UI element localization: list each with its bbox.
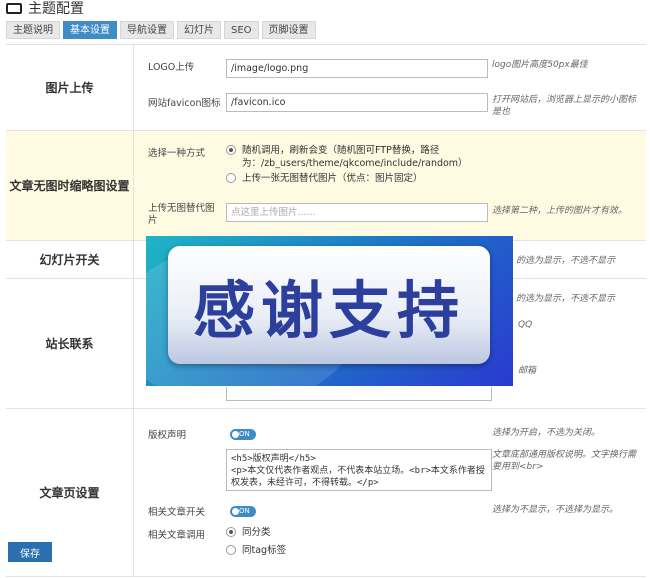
logo-input[interactable] [226,59,488,78]
tab-bar: 主题说明 基本设置 导航设置 幻灯片 SEO 页脚设置 [6,21,316,39]
radio-button[interactable] [226,545,236,555]
thanks-overlay-image: 感谢支持 [146,236,513,386]
save-button[interactable]: 保存 [8,542,52,562]
row-image-upload: 图片上传 LOGO上传 logo图片高度50px最佳 网站favicon图标 打… [6,45,646,131]
radio-same-tag[interactable]: 同tag标签 [226,544,286,557]
radio-random-label: 随机调用，刷新会变（随机图可FTP替换，路径为：/zb_users/theme/… [242,145,468,169]
overlay-card: 感谢支持 [168,246,490,364]
contact-hint: 的选为显示，不选不显示 [516,294,616,304]
row-no-thumb: 文章无图时缩略图设置 选择一种方式 随机调用，刷新会变（随机图可FTP替换，路径… [6,131,646,241]
contact-textarea[interactable] [226,387,492,401]
related-switch-hint: 选择为不显示，不选择为显示。 [492,505,619,515]
radio-button-checked[interactable] [226,527,236,537]
section-label: 文章无图时缩略图设置 [6,131,134,240]
radio-random[interactable]: 随机调用，刷新会变（随机图可FTP替换，路径为：/zb_users/theme/… [226,144,468,170]
copyright-hint: 选择为开启，不选为关闭。 [492,428,601,438]
tab-slider[interactable]: 幻灯片 [177,21,221,39]
tab-nav-settings[interactable]: 导航设置 [120,21,174,39]
tab-theme-intro[interactable]: 主题说明 [6,21,60,39]
radio-button[interactable] [226,173,236,183]
upload-hint: 选择第二种，上传的图片才有效。 [492,206,628,216]
radio-upload[interactable]: 上传一张无图替代图片（优点：图片固定） [226,172,466,185]
contact-qq-hint: QQ [518,320,533,330]
upload-input[interactable] [226,203,488,222]
upload-label: 上传无图替代图片 [148,203,215,226]
related-call-label: 相关文章调用 [148,530,206,541]
tab-basic-settings[interactable]: 基本设置 [63,21,117,39]
window-icon [6,2,22,14]
favicon-hint: 打开网站后，浏览器上显示的小图标是也 [492,95,637,117]
radio-same-category[interactable]: 同分类 [226,526,271,539]
method-label: 选择一种方式 [148,148,206,159]
radio-button-checked[interactable] [226,145,236,155]
slider-hint: 的选为显示，不选不显示 [516,256,616,266]
related-switch-label: 相关文章开关 [148,507,206,518]
favicon-input[interactable] [226,93,488,112]
settings-form: 图片上传 LOGO上传 logo图片高度50px最佳 网站favicon图标 打… [6,44,646,577]
logo-hint: logo图片高度50px最佳 [492,60,588,70]
section-label: 站长联系 [6,279,134,408]
row-article: 文章页设置 版权声明 ON 选择为开启，不选为关闭。 <h5>版权声明</h5>… [6,409,646,577]
radio-same-category-label: 同分类 [242,527,271,538]
page-header: 主题配置 [6,0,84,17]
page-title: 主题配置 [28,1,84,17]
contact-email-hint: 邮箱 [518,366,537,376]
logo-label: LOGO上传 [148,62,195,73]
related-toggle[interactable]: ON [230,506,256,517]
copyright-toggle[interactable]: ON [230,429,256,440]
overlay-text: 感谢支持 [192,274,465,347]
radio-same-tag-label: 同tag标签 [242,545,287,556]
copyright-textarea[interactable]: <h5>版权声明</h5> <p>本文仅代表作者观点，不代表本站立场。<br>本… [226,449,492,491]
copyright-text-hint: 文章底部通用版权说明。文字换行需要用到<br> [492,450,637,472]
tab-seo[interactable]: SEO [224,21,259,39]
favicon-label: 网站favicon图标 [148,98,221,109]
section-label: 幻灯片开关 [6,241,134,278]
tab-footer-settings[interactable]: 页脚设置 [261,21,316,39]
copyright-label: 版权声明 [148,430,187,441]
radio-upload-label: 上传一张无图替代图片（优点：图片固定） [242,173,423,184]
section-label: 图片上传 [6,45,134,130]
